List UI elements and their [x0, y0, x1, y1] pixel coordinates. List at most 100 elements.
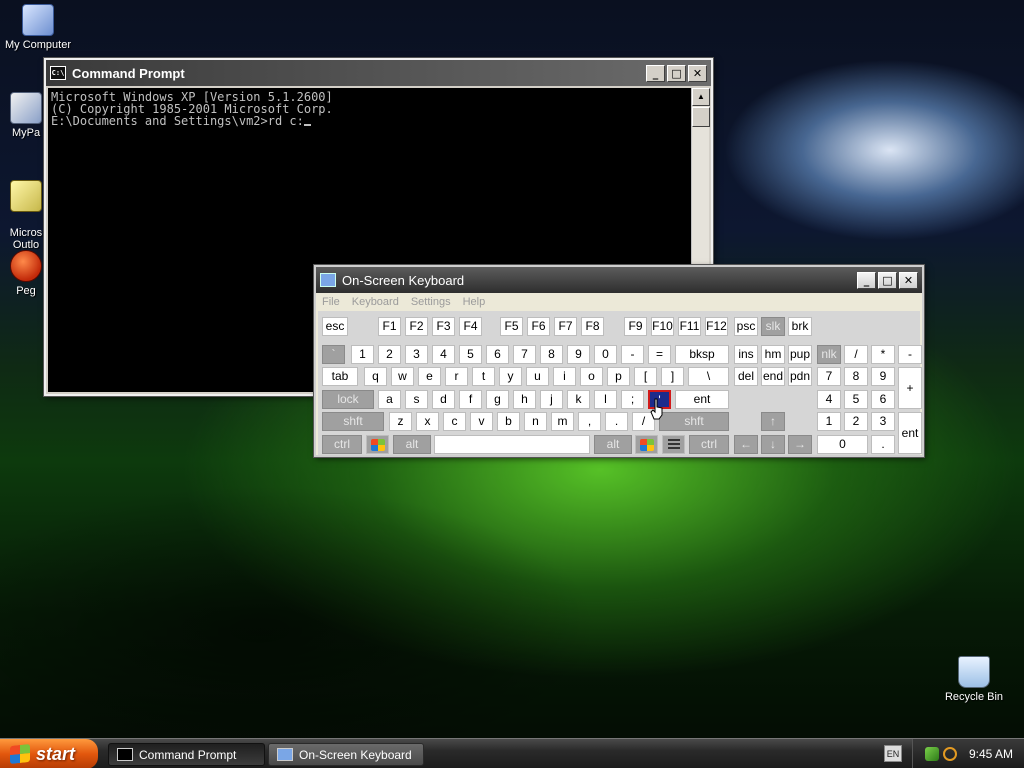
key-f5[interactable]: F5	[500, 317, 523, 336]
key-o[interactable]: o	[580, 367, 603, 386]
key-b[interactable]: b	[497, 412, 520, 431]
key-right-bracket[interactable]: ]	[661, 367, 684, 386]
key-f12[interactable]: F12	[705, 317, 728, 336]
key-a[interactable]: a	[378, 390, 401, 409]
key-numpad-5[interactable]: 5	[844, 390, 868, 409]
key-f3[interactable]: F3	[432, 317, 455, 336]
key-menu[interactable]	[662, 435, 685, 454]
key-q[interactable]: q	[364, 367, 387, 386]
key-left-alt[interactable]: alt	[393, 435, 431, 454]
taskbar-button-command-prompt[interactable]: Command Prompt	[108, 743, 265, 766]
key-4[interactable]: 4	[432, 345, 455, 364]
key-n[interactable]: n	[524, 412, 547, 431]
key-e[interactable]: e	[418, 367, 441, 386]
desktop-icon-my-computer[interactable]: My Computer	[0, 4, 78, 51]
key-minus[interactable]: -	[621, 345, 644, 364]
key-numpad-divide[interactable]: /	[844, 345, 868, 364]
menu-settings[interactable]: Settings	[411, 296, 451, 308]
key-m[interactable]: m	[551, 412, 574, 431]
key-end[interactable]: end	[761, 367, 785, 386]
key-f1[interactable]: F1	[378, 317, 401, 336]
key-psc[interactable]: psc	[734, 317, 758, 336]
maximize-button[interactable]: □	[878, 271, 897, 289]
maximize-button[interactable]: □	[667, 64, 686, 82]
key-numpad-2[interactable]: 2	[844, 412, 868, 431]
key-numpad-6[interactable]: 6	[871, 390, 895, 409]
key-x[interactable]: x	[416, 412, 439, 431]
menu-file[interactable]: File	[322, 296, 340, 308]
key-5[interactable]: 5	[459, 345, 482, 364]
key-arrow-up[interactable]: ↑	[761, 412, 785, 431]
minimize-button[interactable]: _	[646, 64, 665, 82]
scroll-thumb[interactable]	[692, 107, 710, 127]
key-right-alt[interactable]: alt	[594, 435, 632, 454]
key-semicolon[interactable]: ;	[621, 390, 644, 409]
key-f9[interactable]: F9	[624, 317, 647, 336]
key-esc[interactable]: esc	[322, 317, 348, 336]
cmd-titlebar[interactable]: C:\ Command Prompt _ □ ✕	[46, 60, 711, 86]
key-left-bracket[interactable]: [	[634, 367, 657, 386]
key-k[interactable]: k	[567, 390, 590, 409]
key-f11[interactable]: F11	[678, 317, 701, 336]
desktop-icon-recycle-bin[interactable]: Recycle Bin	[934, 656, 1014, 703]
key-j[interactable]: j	[540, 390, 563, 409]
key-left-windows[interactable]	[366, 435, 389, 454]
key-6[interactable]: 6	[486, 345, 509, 364]
key-s[interactable]: s	[405, 390, 428, 409]
key-f2[interactable]: F2	[405, 317, 428, 336]
key-h[interactable]: h	[513, 390, 536, 409]
key-right-ctrl[interactable]: ctrl	[689, 435, 729, 454]
key-arrow-right[interactable]: →	[788, 435, 812, 454]
key-f7[interactable]: F7	[554, 317, 577, 336]
key-c[interactable]: c	[443, 412, 466, 431]
key-space[interactable]	[434, 435, 590, 454]
scroll-up-icon[interactable]: ▲	[692, 88, 710, 106]
taskbar-button-on-screen-keyboard[interactable]: On-Screen Keyboard	[268, 743, 424, 766]
key-numpad-0[interactable]: 0	[817, 435, 868, 454]
key-g[interactable]: g	[486, 390, 509, 409]
key-enter[interactable]: ent	[675, 390, 729, 409]
key-right-windows[interactable]	[635, 435, 658, 454]
key-pgup[interactable]: pup	[788, 345, 812, 364]
key-3[interactable]: 3	[405, 345, 428, 364]
key-i[interactable]: i	[553, 367, 576, 386]
key-f4[interactable]: F4	[459, 317, 482, 336]
key-1[interactable]: 1	[351, 345, 374, 364]
key-y[interactable]: y	[499, 367, 522, 386]
key-caps-lock[interactable]: lock	[322, 390, 374, 409]
key-9[interactable]: 9	[567, 345, 590, 364]
menu-keyboard[interactable]: Keyboard	[352, 296, 399, 308]
key-tab[interactable]: tab	[322, 367, 358, 386]
key-u[interactable]: u	[526, 367, 549, 386]
key-l[interactable]: l	[594, 390, 617, 409]
key-numpad-multiply[interactable]: *	[871, 345, 895, 364]
key-home[interactable]: hm	[761, 345, 785, 364]
key-numpad-8[interactable]: 8	[844, 367, 868, 386]
key-numpad-minus[interactable]: -	[898, 345, 922, 364]
on-screen-keyboard-window[interactable]: On-Screen Keyboard _ □ ✕ File Keyboard S…	[314, 265, 924, 457]
network-icon[interactable]	[925, 747, 939, 761]
key-slk[interactable]: slk	[761, 317, 785, 336]
key-arrow-left[interactable]: ←	[734, 435, 758, 454]
key-brk[interactable]: brk	[788, 317, 812, 336]
key-backtick[interactable]: `	[322, 345, 345, 364]
start-button[interactable]: start	[0, 739, 98, 768]
key-comma[interactable]: ,	[578, 412, 601, 431]
key-f10[interactable]: F10	[651, 317, 674, 336]
key-numpad-4[interactable]: 4	[817, 390, 841, 409]
close-button[interactable]: ✕	[899, 271, 918, 289]
key-numpad-plus[interactable]: +	[898, 367, 922, 409]
key-left-ctrl[interactable]: ctrl	[322, 435, 362, 454]
menu-help[interactable]: Help	[463, 296, 486, 308]
key-numpad-dot[interactable]: .	[871, 435, 895, 454]
key-d[interactable]: d	[432, 390, 455, 409]
key-f[interactable]: f	[459, 390, 482, 409]
key-period[interactable]: .	[605, 412, 628, 431]
key-0[interactable]: 0	[594, 345, 617, 364]
key-numpad-1[interactable]: 1	[817, 412, 841, 431]
clock[interactable]: 9:45 AM	[969, 747, 1013, 761]
key-equals[interactable]: =	[648, 345, 671, 364]
minimize-button[interactable]: _	[857, 271, 876, 289]
key-r[interactable]: r	[445, 367, 468, 386]
key-p[interactable]: p	[607, 367, 630, 386]
